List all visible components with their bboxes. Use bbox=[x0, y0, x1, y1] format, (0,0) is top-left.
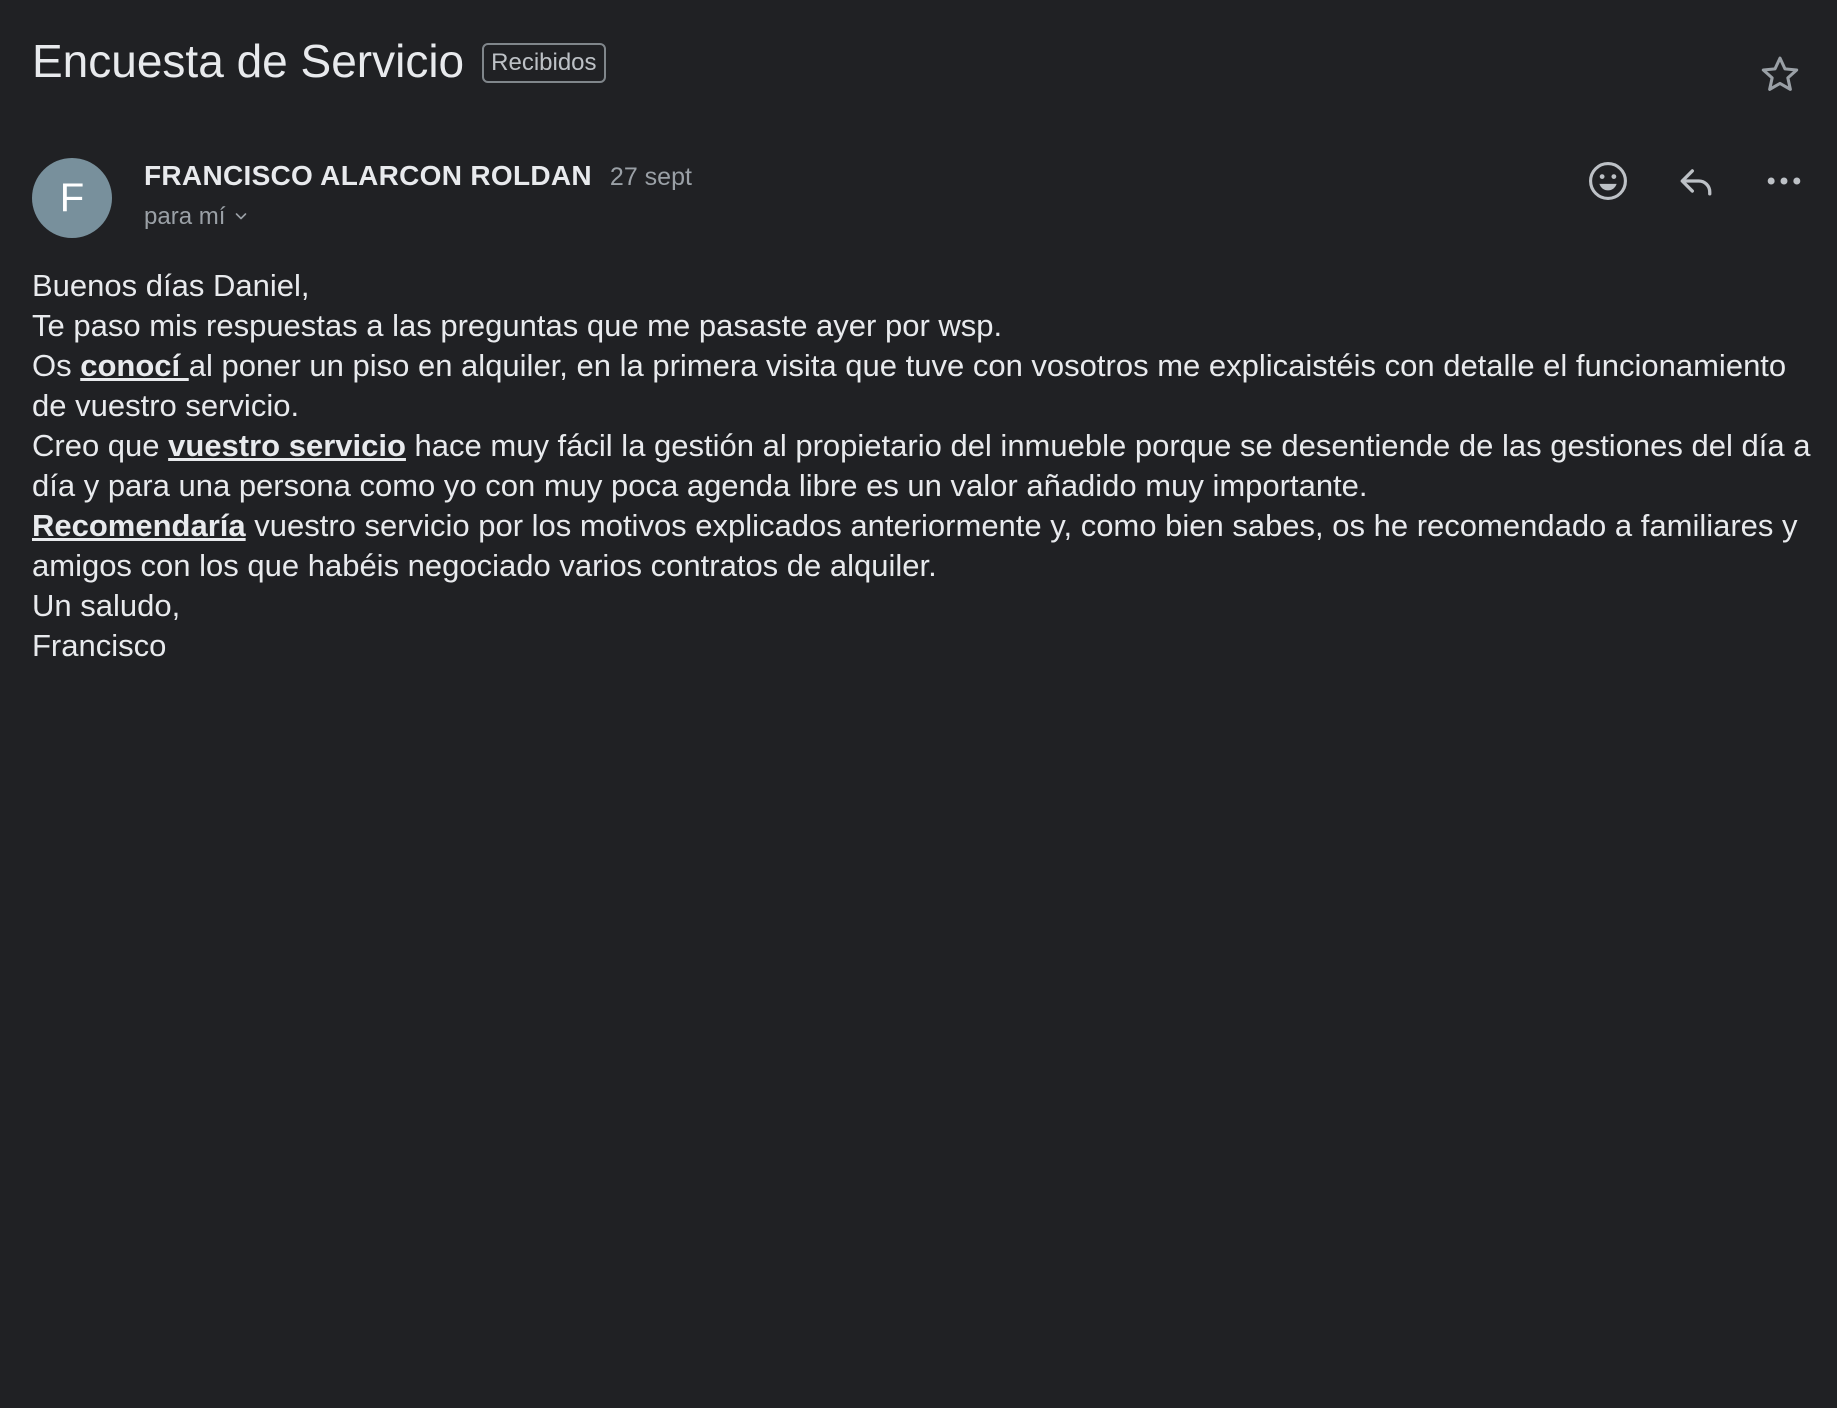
message-sender-row: F FRANCISCO ALARCON ROLDAN 27 sept para … bbox=[32, 158, 1837, 240]
body-paragraph: Creo que vuestro servicio hace muy fácil… bbox=[32, 426, 1812, 506]
more-options-icon[interactable] bbox=[1761, 158, 1807, 204]
email-subject: Encuesta de Servicio bbox=[32, 35, 465, 87]
email-header: Encuesta de Servicio Recibidos bbox=[32, 30, 606, 92]
body-paragraph: Os conocí al poner un piso en alquiler, … bbox=[32, 346, 1812, 426]
body-link-recomendaria[interactable]: Recomendaría bbox=[32, 508, 246, 543]
body-text: vuestro servicio por los motivos explica… bbox=[32, 508, 1798, 583]
body-signature: Francisco bbox=[32, 628, 167, 663]
avatar-letter: F bbox=[59, 175, 85, 220]
sender-name[interactable]: FRANCISCO ALARCON ROLDAN bbox=[144, 158, 592, 194]
sender-info: FRANCISCO ALARCON ROLDAN 27 sept para mí bbox=[144, 158, 692, 231]
sender-line: FRANCISCO ALARCON ROLDAN 27 sept bbox=[144, 158, 692, 195]
chevron-down-icon bbox=[233, 203, 249, 231]
body-link-conoci[interactable]: conocí bbox=[80, 348, 189, 383]
body-text: Os bbox=[32, 348, 81, 383]
avatar[interactable]: F bbox=[32, 158, 112, 238]
star-icon[interactable] bbox=[1757, 52, 1803, 98]
body-text: Creo que bbox=[32, 428, 169, 463]
message-date: 27 sept bbox=[609, 163, 692, 191]
body-text: al poner un piso en alquiler, en la prim… bbox=[32, 348, 1787, 423]
body-paragraph: Recomendaría vuestro servicio por los mo… bbox=[32, 506, 1812, 586]
body-line: Te paso mis respuestas a las preguntas q… bbox=[32, 308, 1003, 343]
emoji-reaction-icon[interactable] bbox=[1585, 158, 1631, 204]
recipient-dropdown[interactable]: para mí bbox=[144, 203, 249, 231]
inbox-label-chip[interactable]: Recibidos bbox=[482, 43, 606, 83]
message-actions bbox=[1585, 158, 1807, 204]
body-line: Un saludo, bbox=[32, 588, 181, 623]
body-link-vuestro-servicio[interactable]: vuestro servicio bbox=[168, 428, 406, 463]
message-body: Buenos días Daniel, Te paso mis respuest… bbox=[32, 266, 1812, 666]
recipient-label: para mí bbox=[144, 203, 226, 230]
body-line: Buenos días Daniel, bbox=[32, 268, 310, 303]
reply-icon[interactable] bbox=[1673, 158, 1719, 204]
